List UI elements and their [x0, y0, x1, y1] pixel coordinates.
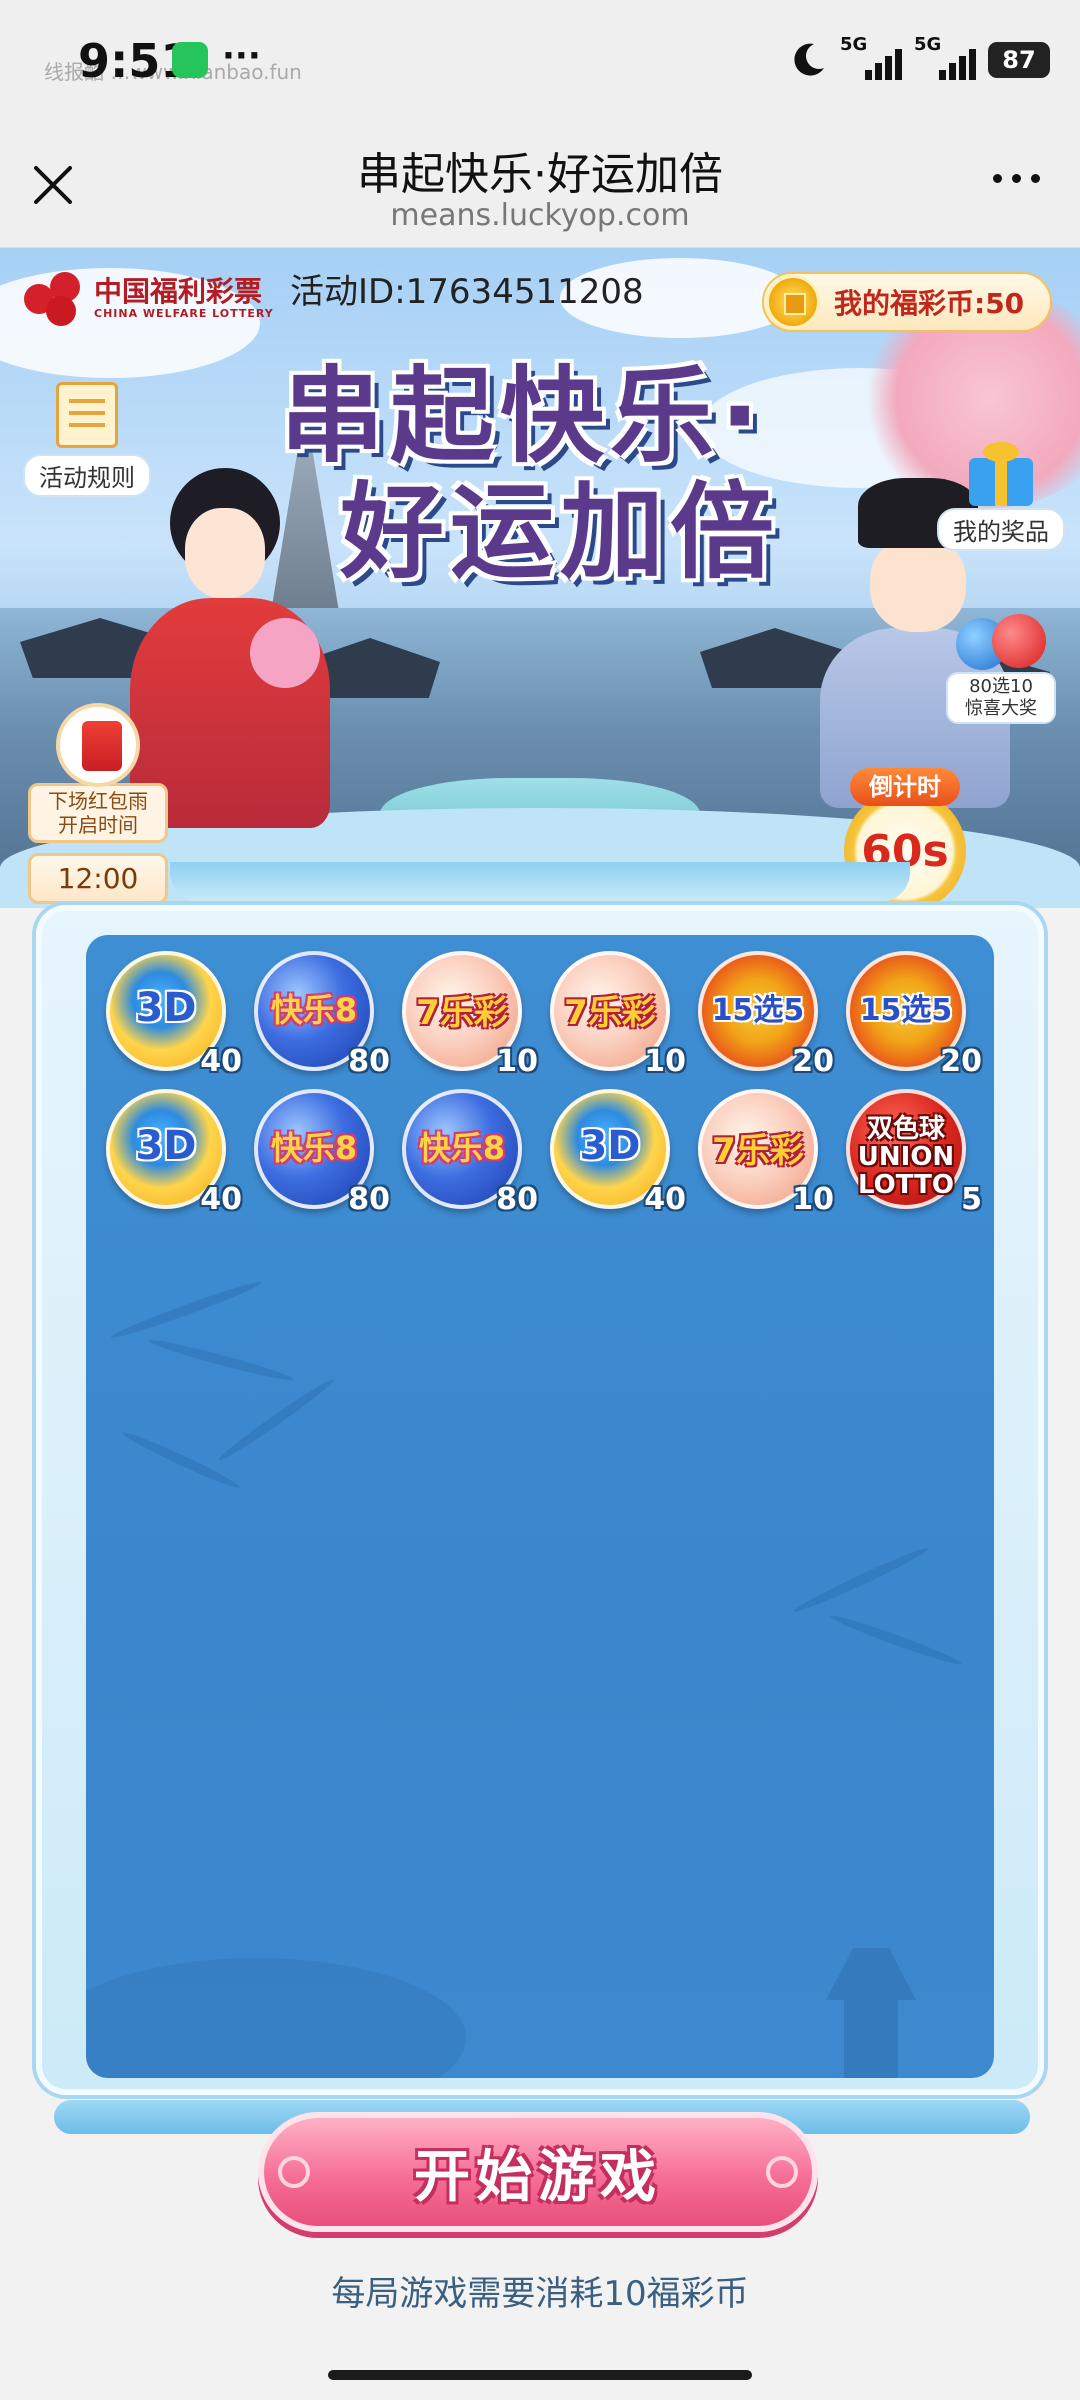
start-game-label: 开始游戏: [414, 2144, 662, 2210]
ball-count: 80: [496, 1182, 538, 1217]
ball-label: 7乐彩: [564, 993, 656, 1033]
ball-count: 80: [348, 1182, 390, 1217]
ball-count: 10: [644, 1044, 686, 1079]
start-game-button[interactable]: 开始游戏: [258, 2112, 818, 2232]
lottery-ball[interactable]: 7乐彩 10: [698, 1089, 834, 1217]
red-envelope-icon: [56, 703, 140, 787]
ornament-left: [278, 2156, 310, 2188]
lottery-ball[interactable]: 双色球 UNION LOTTO 5: [846, 1089, 982, 1217]
logo-text-en: CHINA WELFARE LOTTERY: [94, 306, 274, 320]
more-notifications-icon: ···: [222, 36, 261, 76]
wechat-icon: [172, 42, 208, 78]
battery-icon: 87: [988, 42, 1050, 78]
lottery-ball[interactable]: 快乐8 80: [254, 1089, 390, 1217]
rain-start-time: 12:00: [28, 853, 168, 904]
nav-bar: 串起快乐·好运加倍 means.luckyop.com: [0, 130, 1080, 248]
countdown-label: 倒计时: [850, 768, 960, 806]
ball-count: 20: [792, 1044, 834, 1079]
lottery-ball[interactable]: 7乐彩 10: [550, 951, 686, 1079]
page-url: means.luckyop.com: [390, 198, 690, 233]
game-board[interactable]: 3D 40 快乐8 80 7乐彩 10 7乐彩 10 15选5 20 15选5 20 3D 40 快乐8 80…: [86, 935, 994, 2078]
hero-banner: 中国福利彩票 CHINA WELFARE LOTTERY 活动ID:176345…: [0, 248, 1080, 908]
status-indicators: 5G 5G 87: [788, 34, 1050, 82]
coins-label: 我的福彩币:50: [834, 287, 1025, 320]
prizes-label: 我的奖品: [937, 508, 1065, 551]
signal-icon: 5G: [840, 34, 902, 80]
event-title-art: 串起快乐· 好运加倍: [280, 358, 880, 590]
ball-label: 快乐8: [270, 1129, 358, 1167]
lottery-ball[interactable]: 3D 40: [106, 1089, 242, 1217]
lottery-balls-icon: [956, 608, 1046, 672]
ball-count: 80: [348, 1044, 390, 1079]
lottery-ball[interactable]: 7乐彩 10: [402, 951, 538, 1079]
welfare-lottery-logo: 中国福利彩票 CHINA WELFARE LOTTERY: [24, 270, 274, 326]
signal-label: 5G: [914, 34, 942, 55]
red-packet-rain-info: 下场红包雨 开启时间 12:00: [28, 703, 168, 904]
ball-count: 40: [644, 1182, 686, 1217]
ball-label: 15选5: [859, 993, 953, 1028]
pagoda-silhouette: [826, 1948, 916, 2078]
lottery-logo-icon: [24, 270, 84, 326]
ball-label: 快乐8: [418, 1129, 506, 1167]
ball-count: 10: [496, 1044, 538, 1079]
rain-label-line-1: 下场红包雨: [48, 789, 148, 813]
title-line-1: 串起快乐·: [280, 355, 766, 477]
signal-icon: 5G: [914, 34, 976, 80]
rules-label: 活动规则: [23, 454, 151, 497]
ball-count: 10: [792, 1182, 834, 1217]
logo-text-cn: 中国福利彩票: [94, 274, 263, 308]
bottom-safe-area: [0, 2336, 1080, 2400]
cost-note: 每局游戏需要消耗10福彩币: [331, 2274, 749, 2314]
ball-label: 7乐彩: [416, 993, 508, 1033]
jackpot-button[interactable]: 80选10 惊喜大奖: [946, 608, 1056, 724]
ball-count: 5: [961, 1182, 982, 1217]
ball-label: 3D: [579, 1123, 641, 1169]
ball-label: 7乐彩: [712, 1131, 804, 1171]
ball-label: 15选5: [711, 993, 805, 1028]
home-indicator[interactable]: [328, 2370, 752, 2380]
title-line-2: 好运加倍: [340, 471, 781, 593]
coin-icon: [766, 275, 820, 329]
ball-count: 20: [940, 1044, 982, 1079]
lottery-ball[interactable]: 3D 40: [106, 951, 242, 1079]
ornament-right: [766, 2156, 798, 2188]
lottery-ball[interactable]: 15选5 20: [698, 951, 834, 1079]
activity-id: 活动ID:17634511208: [290, 272, 644, 312]
my-coins-badge[interactable]: 我的福彩币:50: [762, 272, 1052, 332]
ball-label: 双色球 UNION LOTTO: [857, 1114, 955, 1200]
rain-label-line-2: 开启时间: [58, 813, 138, 837]
ball-label: 3D: [135, 1123, 197, 1169]
lottery-ball[interactable]: 15选5 20: [846, 951, 982, 1079]
board-frame-top: [170, 862, 910, 902]
my-prizes-button[interactable]: 我的奖品: [936, 438, 1066, 551]
ball-count: 40: [200, 1182, 242, 1217]
rules-button[interactable]: 活动规则: [22, 376, 152, 497]
jackpot-line-2: 惊喜大奖: [965, 698, 1037, 719]
lottery-ball[interactable]: 3D 40: [550, 1089, 686, 1217]
scroll-icon: [42, 376, 132, 454]
lottery-ball[interactable]: 快乐8 80: [254, 951, 390, 1079]
ball-label: 快乐8: [270, 991, 358, 1029]
ball-label: 3D: [135, 985, 197, 1031]
jackpot-line-1: 80选10: [969, 676, 1033, 697]
lottery-ball[interactable]: 快乐8 80: [402, 1089, 538, 1217]
more-options-icon[interactable]: [993, 174, 1040, 183]
signal-label: 5G: [840, 34, 868, 55]
ball-count: 40: [200, 1044, 242, 1079]
moon-icon: [794, 43, 824, 76]
gift-icon: [961, 438, 1041, 508]
page-title: 串起快乐·好运加倍: [357, 149, 723, 200]
status-bar: 线报酷 …www.xianbao.fun 9:51 ··· 5G 5G 87: [0, 0, 1080, 130]
